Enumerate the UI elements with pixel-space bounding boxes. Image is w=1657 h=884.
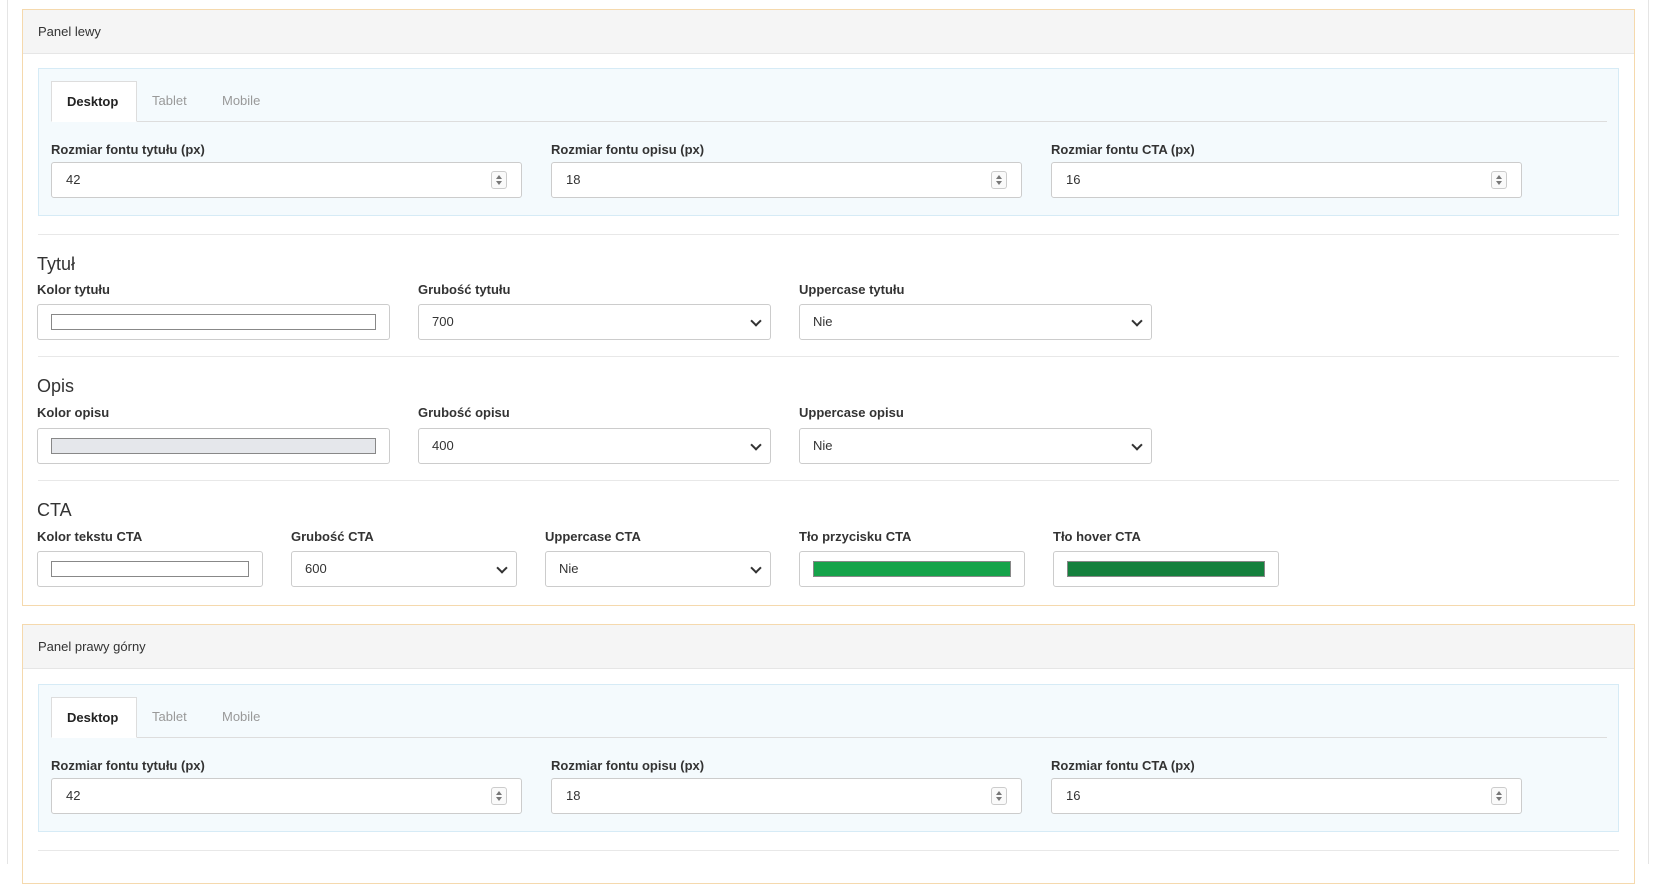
title-uppercase-select[interactable]: Nie [799, 304, 1152, 340]
desc-color-swatch [51, 438, 376, 454]
title-font-size-input[interactable]: 42 [51, 778, 522, 814]
cta-font-size-input[interactable]: 16 [1051, 778, 1522, 814]
divider [38, 356, 1619, 357]
desc-weight-label: Grubość opisu [418, 405, 510, 420]
cta-weight-select[interactable]: 600 [291, 551, 517, 587]
title-color-swatch [51, 314, 376, 330]
divider [38, 850, 1619, 851]
responsive-font-box: Desktop Tablet Mobile Rozmiar fontu tytu… [38, 684, 1619, 832]
spinner-icon[interactable] [991, 171, 1007, 189]
cta-weight-value: 600 [305, 561, 327, 576]
cta-hover-swatch [1067, 561, 1265, 577]
desc-font-size-label: Rozmiar fontu opisu (px) [551, 758, 705, 773]
cta-uppercase-value: Nie [559, 561, 579, 576]
desc-font-size-input[interactable]: 18 [551, 162, 1022, 198]
title-font-size-label: Rozmiar fontu tytułu (px) [51, 142, 205, 157]
tab-desktop[interactable]: Desktop [51, 697, 137, 738]
desc-uppercase-select[interactable]: Nie [799, 428, 1152, 464]
chevron-down-icon [1131, 315, 1143, 327]
chevron-down-icon [750, 562, 762, 574]
panel-left: Panel lewy Desktop Tablet Mobile Rozmiar… [22, 9, 1635, 606]
tab-tablet[interactable]: Tablet [137, 697, 207, 737]
desc-font-size-label: Rozmiar fontu opisu (px) [551, 142, 705, 157]
title-color-label: Kolor tytułu [37, 282, 110, 297]
title-weight-select[interactable]: 700 [418, 304, 771, 340]
chevron-down-icon [1131, 439, 1143, 451]
title-uppercase-value: Nie [813, 314, 833, 329]
cta-font-size-value: 16 [1066, 788, 1081, 803]
cta-hover-label: Tło hover CTA [1053, 529, 1141, 544]
desc-uppercase-label: Uppercase opisu [799, 405, 904, 420]
title-font-size-label: Rozmiar fontu tytułu (px) [51, 758, 205, 773]
cta-bg-swatch [813, 561, 1011, 577]
cta-weight-label: Grubość CTA [291, 529, 374, 544]
cta-font-size-value: 16 [1066, 172, 1081, 187]
divider [38, 234, 1619, 235]
tab-tablet[interactable]: Tablet [137, 81, 207, 121]
cta-bg-label: Tło przycisku CTA [799, 529, 912, 544]
cta-bg-color-input[interactable] [799, 551, 1025, 587]
title-font-size-value: 42 [66, 788, 81, 803]
title-font-size-value: 42 [66, 172, 81, 187]
cta-font-size-label: Rozmiar fontu CTA (px) [1051, 758, 1195, 773]
spinner-icon[interactable] [991, 787, 1007, 805]
cta-text-color-swatch [51, 561, 249, 577]
desc-weight-select[interactable]: 400 [418, 428, 771, 464]
tab-mobile[interactable]: Mobile [207, 697, 287, 737]
cta-section-heading: CTA [37, 500, 72, 520]
divider [38, 480, 1619, 481]
device-tabs: Desktop Tablet Mobile [51, 81, 1607, 122]
cta-uppercase-label: Uppercase CTA [545, 529, 641, 544]
responsive-font-box: Desktop Tablet Mobile Rozmiar fontu tytu… [38, 68, 1619, 216]
desc-color-label: Kolor opisu [37, 405, 110, 420]
cta-text-color-input[interactable] [37, 551, 263, 587]
cta-font-size-input[interactable]: 16 [1051, 162, 1522, 198]
panel-right-top: Panel prawy górny Desktop Tablet Mobile … [22, 624, 1635, 884]
spinner-icon[interactable] [491, 171, 507, 189]
title-weight-value: 700 [432, 314, 454, 329]
spinner-icon[interactable] [491, 787, 507, 805]
desc-font-size-input[interactable]: 18 [551, 778, 1022, 814]
desc-uppercase-value: Nie [813, 438, 833, 453]
cta-font-size-label: Rozmiar fontu CTA (px) [1051, 142, 1195, 157]
panel-title: Panel lewy [23, 10, 1634, 54]
chevron-down-icon [750, 315, 762, 327]
desc-font-size-value: 18 [566, 788, 581, 803]
tab-mobile[interactable]: Mobile [207, 81, 287, 121]
desc-section-heading: Opis [37, 376, 75, 396]
cta-text-color-label: Kolor tekstu CTA [37, 529, 143, 544]
title-section-heading: Tytuł [37, 254, 76, 274]
desc-font-size-value: 18 [566, 172, 581, 187]
cta-hover-color-input[interactable] [1053, 551, 1279, 587]
device-tabs: Desktop Tablet Mobile [51, 697, 1607, 738]
tab-desktop[interactable]: Desktop [51, 81, 137, 122]
title-font-size-input[interactable]: 42 [51, 162, 522, 198]
title-uppercase-label: Uppercase tytułu [799, 282, 905, 297]
spinner-icon[interactable] [1491, 171, 1507, 189]
desc-color-input[interactable] [37, 428, 390, 464]
cta-uppercase-select[interactable]: Nie [545, 551, 771, 587]
title-weight-label: Grubość tytułu [418, 282, 511, 297]
panel-title: Panel prawy górny [23, 625, 1634, 669]
chevron-down-icon [750, 439, 762, 451]
spinner-icon[interactable] [1491, 787, 1507, 805]
chevron-down-icon [496, 562, 508, 574]
title-color-input[interactable] [37, 304, 390, 340]
desc-weight-value: 400 [432, 438, 454, 453]
